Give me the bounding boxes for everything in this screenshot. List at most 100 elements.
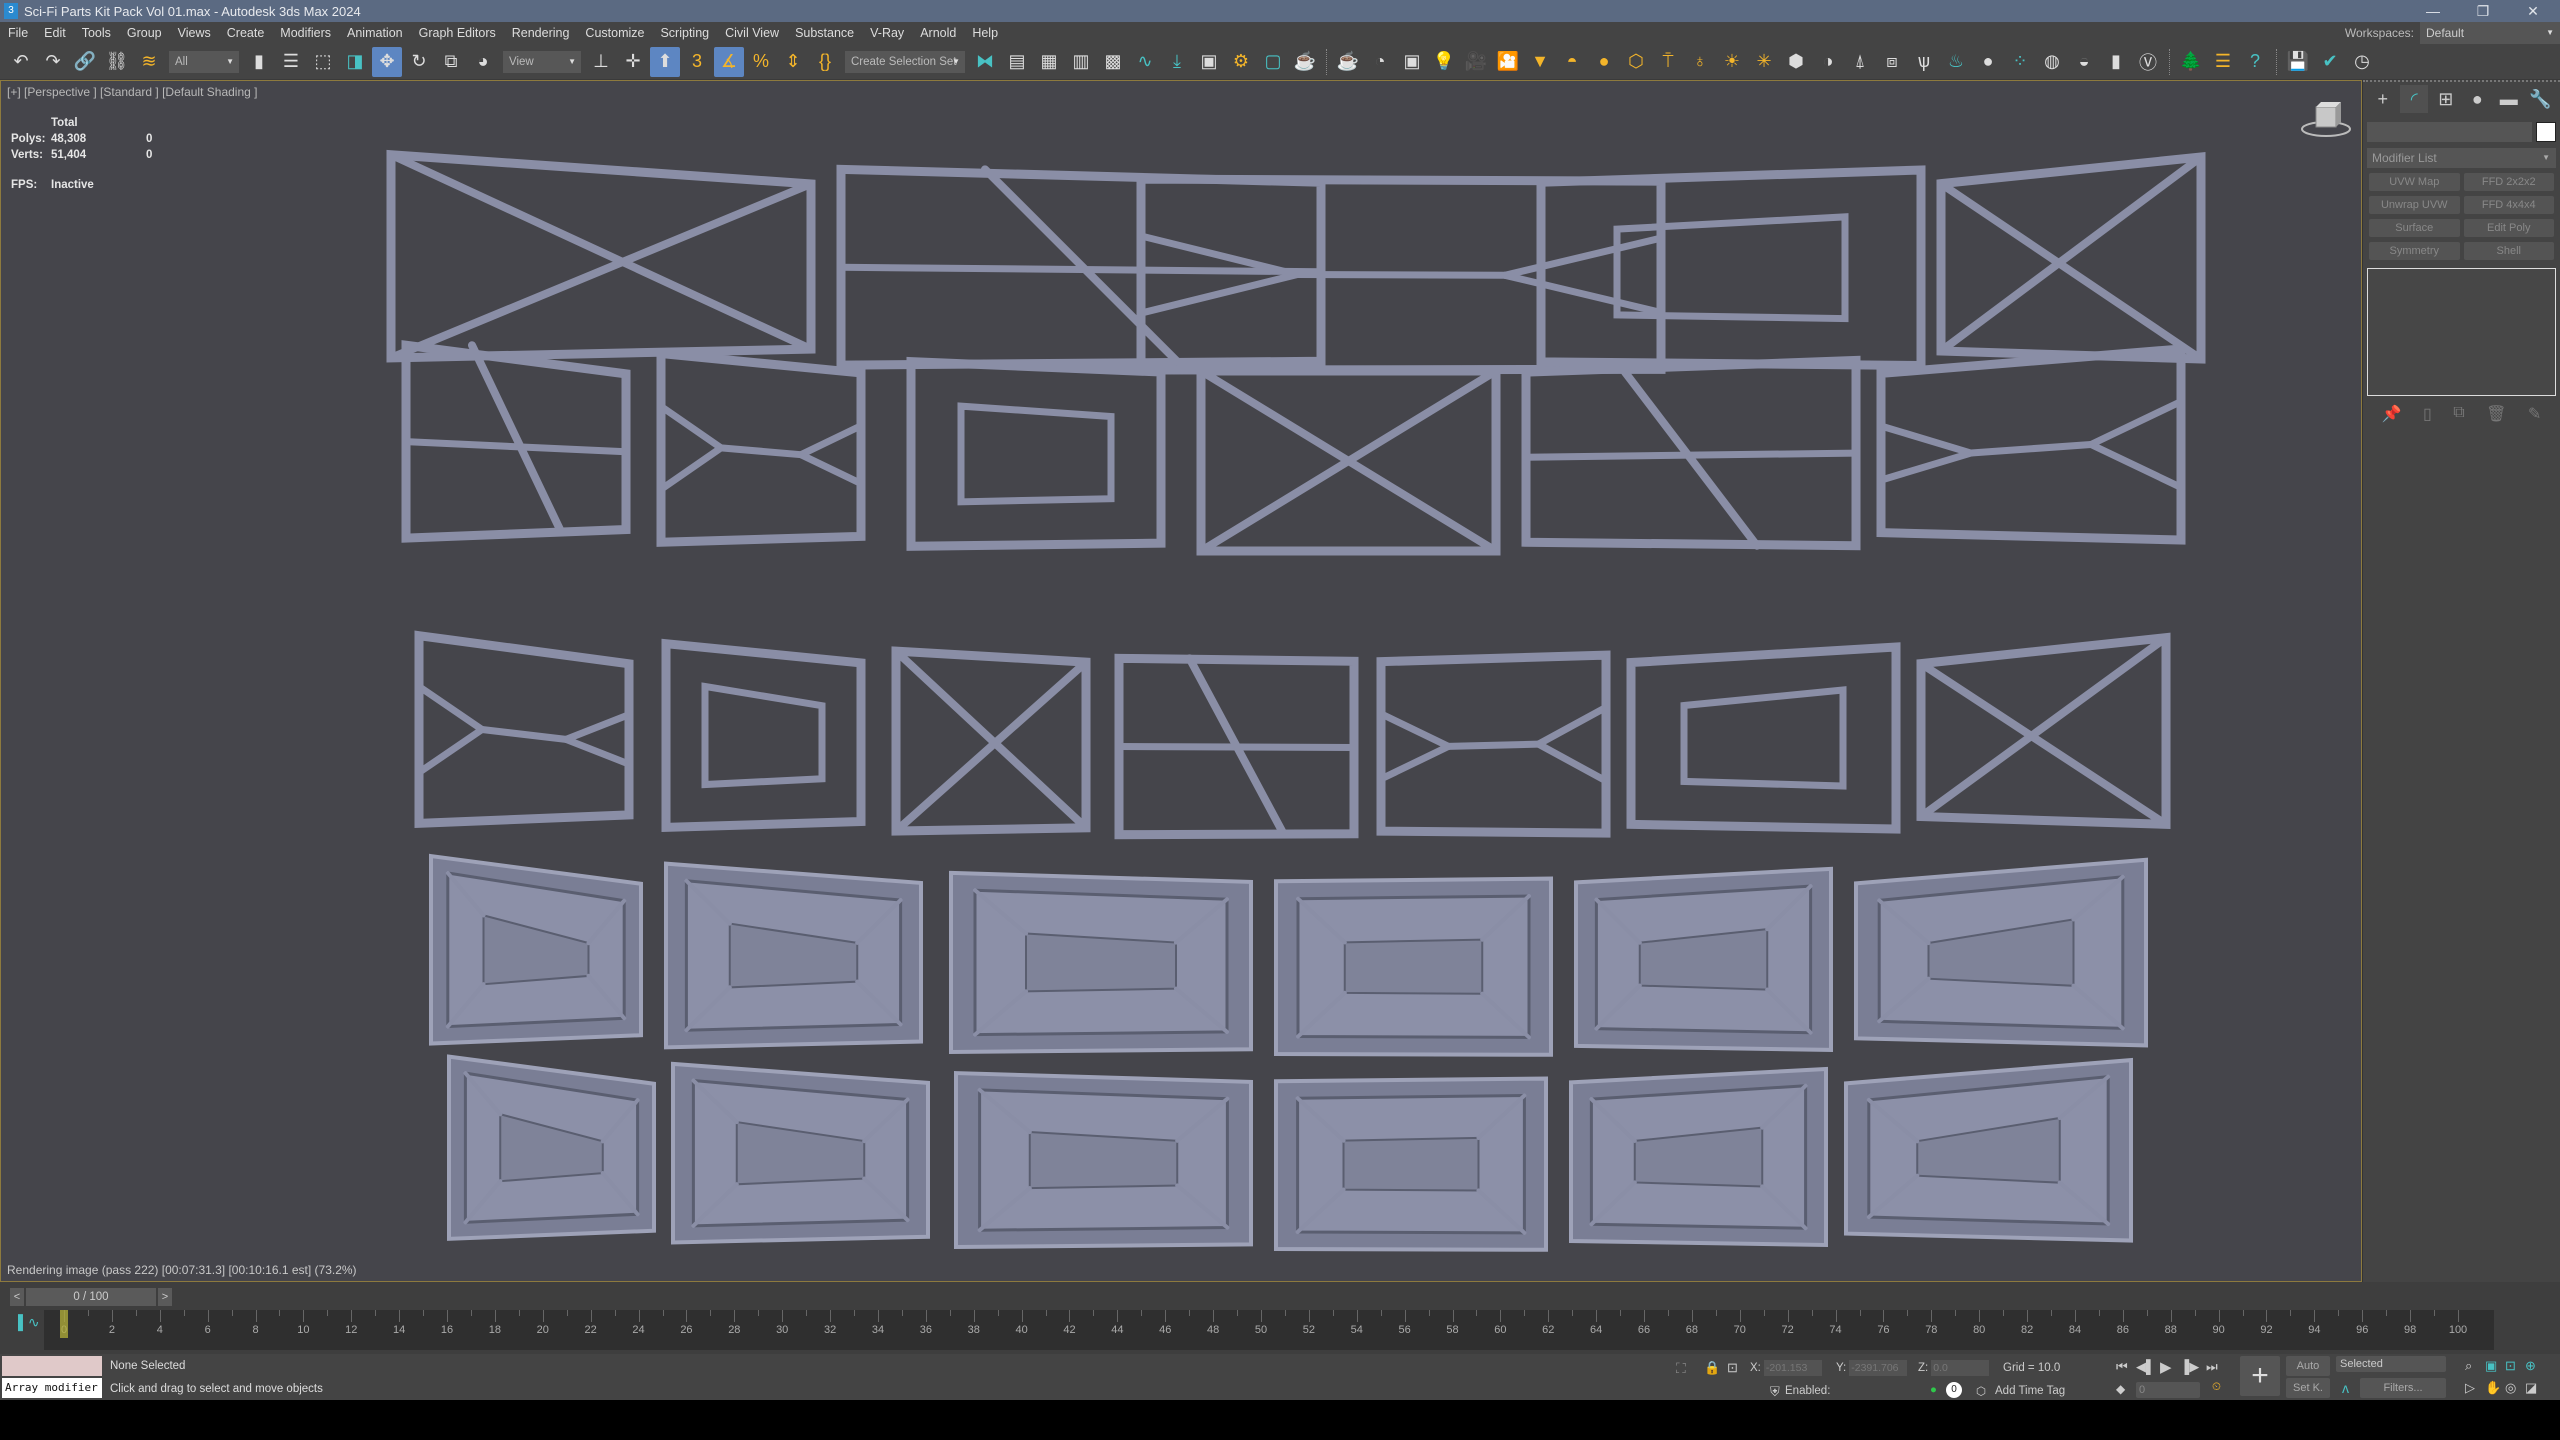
menu-scripting[interactable]: Scripting xyxy=(652,26,717,40)
menu-civil-view[interactable]: Civil View xyxy=(717,26,787,40)
rendered-frame-window-icon[interactable]: ▢ xyxy=(1258,47,1288,77)
zoom-extents-icon[interactable]: ⊡ xyxy=(2505,1358,2516,1374)
window-crossing-icon[interactable]: ◨ xyxy=(340,47,370,77)
scifi-panel-model[interactable] xyxy=(1936,152,2206,364)
auto-key-button[interactable]: Auto xyxy=(2286,1356,2330,1376)
curve-editor-icon[interactable]: ∿ xyxy=(1130,47,1160,77)
scifi-panel-model[interactable] xyxy=(906,356,1166,551)
help-icon[interactable]: ? xyxy=(2240,47,2270,77)
vray-sun-icon[interactable]: ☀ xyxy=(1717,47,1747,77)
maxscript-output[interactable] xyxy=(2,1356,102,1376)
redo-icon[interactable]: ↷ xyxy=(38,47,68,77)
key-filter-selection-dropdown[interactable]: Selected xyxy=(2336,1356,2446,1372)
bind-space-warp-icon[interactable]: ≋ xyxy=(134,47,164,77)
percent-snap-icon[interactable]: % xyxy=(746,47,776,77)
scifi-panel-model[interactable] xyxy=(1114,653,1359,840)
vray-instancer-icon[interactable]: ⧈ xyxy=(1877,47,1907,77)
scifi-panel-model[interactable] xyxy=(1376,650,1611,838)
x-field[interactable]: -201.153 xyxy=(1763,1360,1822,1376)
layer-explorer-icon[interactable]: ▥ xyxy=(1066,47,1096,77)
modifier-list-dropdown[interactable]: Modifier List xyxy=(2367,148,2556,168)
scifi-panel-model[interactable] xyxy=(414,630,634,829)
vray-plane-icon[interactable]: ⍋ xyxy=(1845,47,1875,77)
vray-render-icon[interactable]: ▣ xyxy=(1397,47,1427,77)
select-and-place-icon[interactable]: ◕ xyxy=(468,47,498,77)
scifi-panel-model[interactable] xyxy=(1196,366,1501,556)
maximize-viewport-icon[interactable]: ◪ xyxy=(2525,1380,2537,1396)
adaptive-degradation-icon[interactable]: ⛨ xyxy=(1770,1384,1780,1400)
maxscript-input[interactable]: Array modifier xyxy=(2,1378,102,1398)
select-and-scale-icon[interactable]: ⧉ xyxy=(436,47,466,77)
schematic-view-icon[interactable]: ⤓ xyxy=(1162,47,1192,77)
surface-button[interactable]: Surface xyxy=(2369,219,2460,237)
menu-arnold[interactable]: Arnold xyxy=(912,26,964,40)
named-selection-dropdown[interactable]: Create Selection Set xyxy=(845,50,965,73)
menu-tools[interactable]: Tools xyxy=(74,26,119,40)
uvw-map-button[interactable]: UVW Map xyxy=(2369,173,2460,191)
scifi-panel-model[interactable] xyxy=(1274,1076,1548,1252)
autosave-icon[interactable]: 💾 xyxy=(2283,47,2313,77)
forest-pack-icon[interactable]: 🌲 xyxy=(2176,47,2206,77)
render-teapot-icon[interactable]: ☕ xyxy=(1333,47,1363,77)
orbit-icon[interactable]: ◎ xyxy=(2505,1380,2516,1396)
pan-view-icon[interactable]: ✋ xyxy=(2485,1380,2501,1396)
zoom-extents-all-icon[interactable]: ⊕ xyxy=(2525,1358,2536,1374)
menu-modifiers[interactable]: Modifiers xyxy=(272,26,339,40)
scifi-panel-model[interactable] xyxy=(1536,165,1926,371)
close-button[interactable]: ✕ xyxy=(2510,0,2556,22)
vray-light-lister-icon[interactable]: 💡 xyxy=(1429,47,1459,77)
material-editor-icon[interactable]: ▣ xyxy=(1194,47,1224,77)
edit-named-selection-icon[interactable]: {} xyxy=(810,47,840,77)
z-field[interactable]: 0.0 xyxy=(1931,1360,1990,1376)
selection-filter-dropdown[interactable]: All xyxy=(169,50,239,73)
set-key-button[interactable]: Set K. xyxy=(2286,1378,2330,1398)
modifier-stack[interactable] xyxy=(2367,268,2556,396)
menu-animation[interactable]: Animation xyxy=(339,26,411,40)
scifi-panel-model[interactable] xyxy=(1876,344,2186,545)
key-filters-button[interactable]: Filters... xyxy=(2360,1378,2446,1398)
time-slider-next[interactable]: > xyxy=(158,1288,172,1306)
scifi-panel-model[interactable] xyxy=(386,149,816,363)
y-field[interactable]: -2391.706 xyxy=(1849,1360,1908,1376)
railclone-icon[interactable]: ☰ xyxy=(2208,47,2238,77)
select-object-icon[interactable]: ▮ xyxy=(244,47,274,77)
snaps-toggle-icon[interactable]: 3 xyxy=(682,47,712,77)
configure-modifier-sets-icon[interactable]: ✎ xyxy=(2528,404,2541,424)
vray-sphere-light-icon[interactable]: ● xyxy=(1589,47,1619,77)
time-tag-icon[interactable]: ⬡ xyxy=(1976,1384,1986,1398)
vray-frame-buffer-icon[interactable]: ◔ xyxy=(1365,47,1395,77)
spinner-snap-icon[interactable]: ⇕ xyxy=(778,47,808,77)
vray-asset-editor-icon[interactable]: ◒ xyxy=(2069,47,2099,77)
modify-tab-icon[interactable]: ◜ xyxy=(2400,85,2429,113)
zoom-icon[interactable]: ⌕ xyxy=(2465,1358,2472,1374)
make-unique-icon[interactable]: ⧉ xyxy=(2453,404,2464,424)
scifi-panel-model[interactable] xyxy=(447,1054,656,1241)
restore-button[interactable]: ❐ xyxy=(2460,0,2506,22)
utilities-tab-icon[interactable]: 🔧 xyxy=(2526,85,2554,113)
isolate-selection-icon[interactable]: ⛶ xyxy=(1676,1360,1686,1377)
zoom-all-icon[interactable]: ▣ xyxy=(2485,1358,2497,1374)
scifi-panel-model[interactable] xyxy=(891,646,1091,836)
motion-tab-icon[interactable]: ● xyxy=(2463,85,2491,113)
menu-views[interactable]: Views xyxy=(170,26,219,40)
show-end-result-icon[interactable]: ▯ xyxy=(2423,404,2432,424)
menu-graph-editors[interactable]: Graph Editors xyxy=(411,26,504,40)
mini-curve-editor-icon[interactable]: ▌∿ xyxy=(18,1314,40,1331)
next-frame-icon[interactable]: ▐▶ xyxy=(2180,1359,2199,1375)
select-by-name-icon[interactable]: ☰ xyxy=(276,47,306,77)
scifi-panel-model[interactable] xyxy=(656,348,866,547)
goto-start-icon[interactable]: ⏮ xyxy=(2116,1359,2128,1375)
time-slider-thumb[interactable]: 0 / 100 xyxy=(26,1288,156,1306)
angle-snap-icon[interactable]: ∡ xyxy=(714,46,744,77)
vray-sky-icon[interactable]: ✳ xyxy=(1749,47,1779,77)
timer-icon[interactable]: ◷ xyxy=(2347,47,2377,77)
goto-end-icon[interactable]: ⏭ xyxy=(2206,1359,2218,1375)
absolute-mode-icon[interactable]: ⊡ xyxy=(1727,1360,1738,1376)
menu-help[interactable]: Help xyxy=(964,26,1006,40)
keyboard-shortcut-override-icon[interactable]: ⬆ xyxy=(650,46,680,77)
vray-material-library-icon[interactable]: ◍ xyxy=(2037,47,2067,77)
toggle-ribbon-icon[interactable]: ▩ xyxy=(1098,47,1128,77)
select-manipulate-icon[interactable]: ✛ xyxy=(618,47,648,77)
vray-light-icon[interactable]: ▼ xyxy=(1525,47,1555,77)
vray-camera-icon[interactable]: 🎥 xyxy=(1461,47,1491,77)
